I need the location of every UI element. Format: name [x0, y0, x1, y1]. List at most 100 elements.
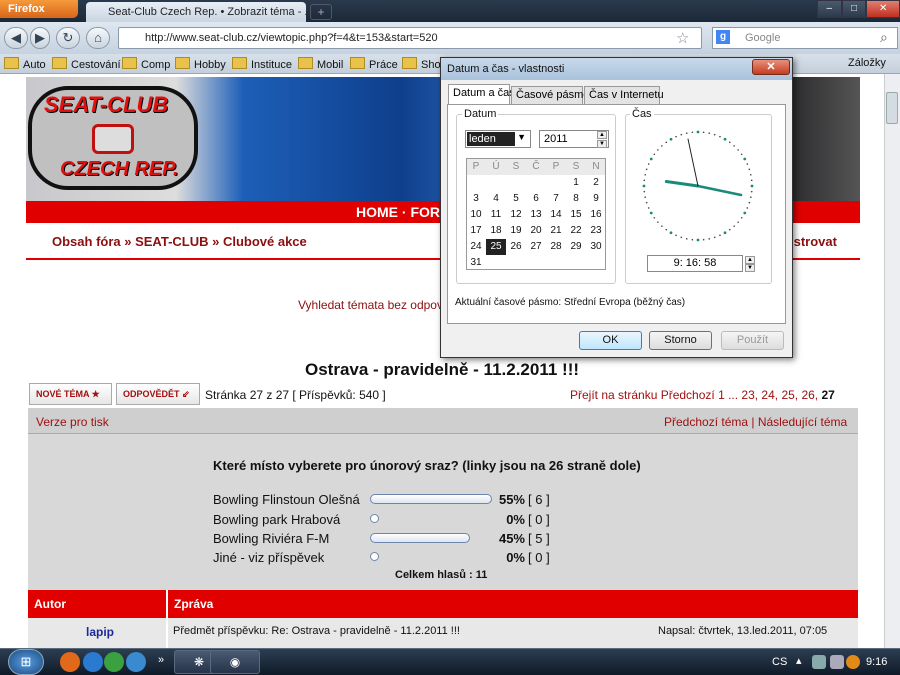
calendar-day[interactable]: 16 [586, 207, 606, 223]
calendar-day[interactable]: 2 [586, 175, 606, 191]
new-tab-button[interactable]: + [310, 4, 332, 20]
calendar-day[interactable]: 28 [546, 239, 566, 255]
print-view-link[interactable]: Verze pro tisk [36, 415, 109, 429]
scrollbar-thumb[interactable] [886, 92, 898, 124]
apply-button[interactable]: Použít [721, 331, 784, 350]
cancel-button[interactable]: Storno [649, 331, 712, 350]
calendar-day[interactable]: 27 [526, 239, 546, 255]
calendar-day[interactable]: 31 [466, 255, 486, 271]
poll-count: [ 6 ] [528, 492, 550, 507]
bookmark-folder[interactable]: Auto [4, 57, 46, 71]
calendar-day[interactable]: 12 [506, 207, 526, 223]
time-input[interactable]: 9: 16: 58 [647, 255, 743, 272]
ok-button[interactable]: OK [579, 331, 642, 350]
bookmarks-menu[interactable]: Záložky [848, 57, 886, 69]
tray-expand-icon[interactable]: ▴ [796, 654, 802, 667]
bookmark-folder[interactable]: Comp [122, 57, 170, 71]
quicklaunch-chevron-icon[interactable]: » [158, 654, 164, 666]
post-author[interactable]: lapip [86, 625, 114, 639]
network-icon[interactable] [812, 655, 826, 669]
calendar-day[interactable]: 17 [466, 223, 486, 239]
bookmark-folder[interactable]: Cestování [52, 57, 121, 71]
calendar-day[interactable]: 9 [586, 191, 606, 207]
app-icon[interactable] [126, 652, 146, 672]
clock-tick [691, 131, 694, 134]
search-icon[interactable]: ⌕ [880, 29, 888, 46]
year-up-button[interactable]: ▲ [597, 131, 607, 139]
calendar-day[interactable]: 13 [526, 207, 546, 223]
ie-icon[interactable] [83, 652, 103, 672]
calendar-day[interactable]: 18 [486, 223, 506, 239]
search-input[interactable]: Google [712, 27, 898, 49]
clock-tick [733, 145, 735, 147]
dialog-close-button[interactable]: ✕ [752, 59, 790, 75]
calendar-day[interactable]: 21 [546, 223, 566, 239]
tab-internet-time[interactable]: Čas v Internetu [584, 86, 664, 104]
calendar-day[interactable]: 11 [486, 207, 506, 223]
calendar-day[interactable]: 30 [586, 239, 606, 255]
firefox-icon[interactable] [60, 652, 80, 672]
pagination-links[interactable]: Přejít na stránku Předchozí 1 ... 23, 24… [570, 388, 821, 402]
calendar-day[interactable]: 14 [546, 207, 566, 223]
close-window-button[interactable]: ✕ [866, 0, 900, 18]
calendar-day[interactable]: 1 [566, 175, 586, 191]
time-down-button[interactable]: ▼ [745, 264, 755, 272]
clock-tick [746, 207, 749, 209]
calendar-day[interactable]: 29 [566, 239, 586, 255]
breadcrumb[interactable]: Obsah fóra » SEAT-CLUB » Clubové akce [52, 234, 307, 249]
calendar-day[interactable]: 8 [566, 191, 586, 207]
home-button[interactable]: ⌂ [86, 27, 110, 49]
poll-percent: 45% [498, 531, 525, 546]
calendar-day[interactable]: 5 [506, 191, 526, 207]
start-button[interactable]: ⊞ [8, 649, 44, 675]
taskbar-clock[interactable]: 9:16 [866, 656, 887, 668]
calendar-day[interactable]: 15 [566, 207, 586, 223]
year-down-button[interactable]: ▼ [597, 140, 607, 148]
calendar-day[interactable]: 19 [506, 223, 526, 239]
taskbar-firefox-button[interactable]: ◉ [210, 650, 260, 674]
calendar-day[interactable]: 25 [486, 239, 506, 255]
reload-button[interactable]: ↻ [56, 27, 80, 49]
time-up-button[interactable]: ▲ [745, 256, 755, 264]
volume-icon[interactable] [830, 655, 844, 669]
app-icon[interactable] [104, 652, 124, 672]
url-bar[interactable]: http://www.seat-club.cz/viewtopic.php?f=… [118, 27, 702, 49]
calendar-day[interactable]: 4 [486, 191, 506, 207]
calendar-day[interactable]: 26 [506, 239, 526, 255]
clock-tick [740, 216, 743, 219]
calendar-day[interactable]: 7 [546, 191, 566, 207]
register-link[interactable]: istrovat [790, 234, 837, 249]
browser-tab[interactable]: Seat-Club Czech Rep. • Zobrazit téma - .… [86, 2, 306, 22]
calendar-day[interactable]: 10 [466, 207, 486, 223]
unanswered-topics-link[interactable]: Vyhledat témata bez odpovědí [298, 298, 460, 312]
forward-button[interactable]: ▶ [30, 27, 50, 49]
tab-timezone[interactable]: Časové pásmo [511, 86, 589, 104]
firefox-menu-button[interactable]: Firefox [0, 0, 78, 18]
topic-nav-links[interactable]: Předchozí téma | Následující téma [664, 415, 847, 429]
back-button[interactable]: ◀ [4, 27, 28, 49]
scrollbar[interactable] [884, 74, 900, 648]
pagination[interactable]: Přejít na stránku Předchozí 1 ... 23, 24… [570, 388, 835, 402]
new-topic-button[interactable]: NOVÉ TÉMA ★ [29, 383, 112, 405]
month-select[interactable]: leden ▼ [465, 130, 531, 148]
bookmark-folder[interactable]: Hobby [175, 57, 226, 71]
bookmark-star-icon[interactable]: ☆ [676, 29, 689, 47]
chevron-down-icon: ▼ [517, 132, 526, 142]
language-indicator[interactable]: CS [772, 656, 787, 668]
calendar-day[interactable]: 6 [526, 191, 546, 207]
bookmark-folder[interactable]: Práce [350, 57, 398, 71]
minimize-button[interactable]: – [817, 0, 842, 18]
maximize-button[interactable]: □ [841, 0, 867, 18]
google-icon[interactable]: g [716, 30, 730, 44]
reply-button[interactable]: ODPOVĚDĚT ⇙ [116, 383, 200, 405]
bookmark-folder[interactable]: Mobil [298, 57, 343, 71]
tray-app-icon[interactable] [846, 655, 860, 669]
bookmark-folder[interactable]: Instituce [232, 57, 292, 71]
calendar-grid[interactable]: P Ú S Č P S N 1 2 3 4 5 6 7 8 9 10 11 12 13 14 15 16 17 18 19 20 21… [466, 159, 606, 271]
tab-date-time[interactable]: Datum a čas [448, 84, 515, 105]
calendar-day[interactable]: 22 [566, 223, 586, 239]
calendar-day[interactable]: 23 [586, 223, 606, 239]
calendar-day[interactable]: 24 [466, 239, 486, 255]
calendar-day[interactable]: 3 [466, 191, 486, 207]
calendar-day[interactable]: 20 [526, 223, 546, 239]
